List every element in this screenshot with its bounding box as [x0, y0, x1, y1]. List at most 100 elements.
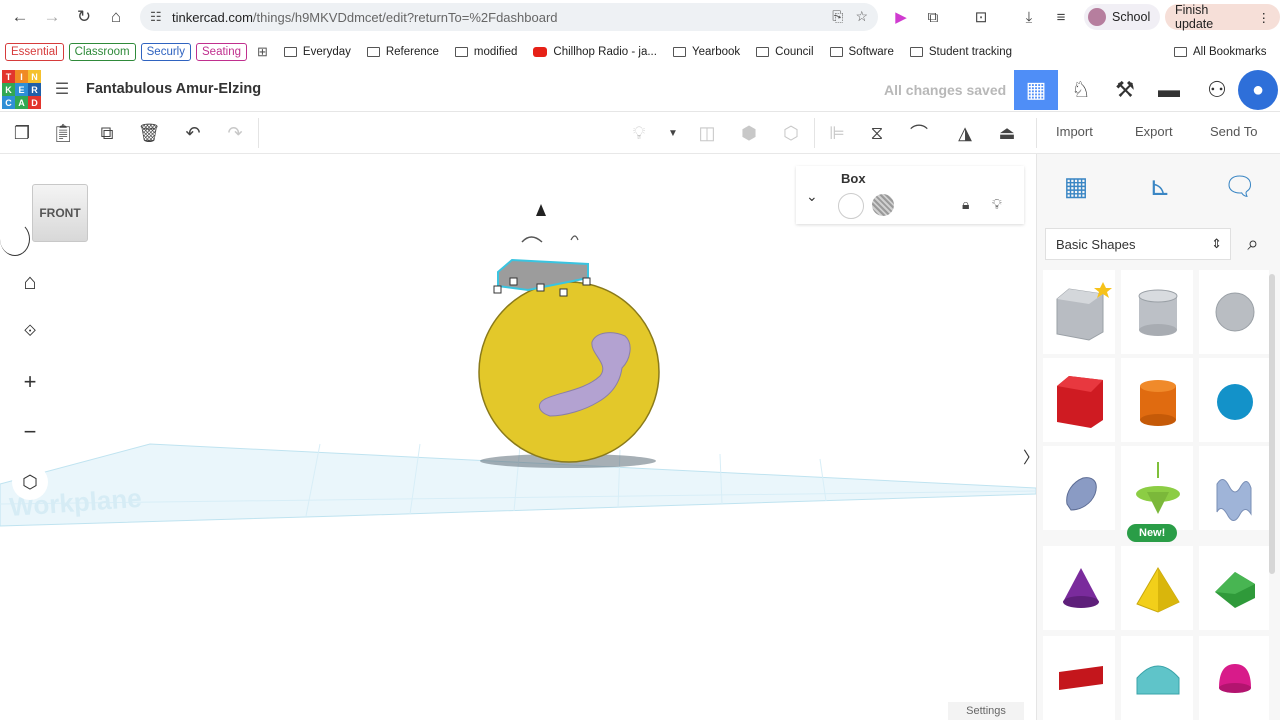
zoom-in-icon[interactable]: +: [12, 364, 48, 400]
tinkercad-logo[interactable]: T I N K E R C A D: [2, 70, 42, 110]
design-title[interactable]: Fantabulous Amur-Elzing: [86, 81, 261, 97]
bookmark-folder[interactable]: Everyday: [283, 46, 351, 58]
install-app-icon[interactable]: ⎘: [832, 8, 843, 25]
perspective-cube-icon[interactable]: ⬡: [12, 464, 48, 500]
reading-list-icon[interactable]: ≡: [1050, 6, 1072, 28]
profile-chip[interactable]: School: [1084, 4, 1161, 30]
bookmark-seating[interactable]: Seating: [196, 43, 248, 61]
red-box-shape[interactable]: [1043, 358, 1115, 442]
redo-icon[interactable]: ↷: [222, 121, 248, 145]
rotate-arrow-icon[interactable]: [570, 235, 579, 241]
bookmark-folder[interactable]: modified: [454, 46, 517, 58]
folder-icon: [909, 47, 923, 57]
zoom-out-icon[interactable]: −: [12, 414, 48, 450]
ungroup-icon[interactable]: ⬡: [778, 121, 804, 145]
sphere-shape[interactable]: [1199, 270, 1269, 354]
bookmark-folder[interactable]: Software: [829, 46, 894, 58]
bookmark-star-icon[interactable]: ☆: [855, 8, 868, 25]
paraboloid-shape[interactable]: [1199, 636, 1269, 720]
home-view-icon[interactable]: ⌂: [12, 264, 48, 300]
extension-arrow-icon[interactable]: ▶: [890, 6, 912, 28]
bookmark-link[interactable]: Chillhop Radio - ja...: [533, 46, 657, 58]
extensions-puzzle-icon[interactable]: ⧉: [922, 6, 944, 28]
duplicate-icon[interactable]: ⧉: [94, 121, 120, 145]
workplane-tool-icon[interactable]: ⏏: [994, 121, 1020, 145]
bookmark-folder[interactable]: Student tracking: [909, 46, 1012, 58]
view-cube[interactable]: FRONT: [32, 184, 88, 242]
bookmark-label: Yearbook: [691, 46, 741, 58]
notes-lightbulb-icon[interactable]: 💡︎: [626, 121, 652, 145]
scribble-shape[interactable]: [1043, 446, 1115, 530]
import-button[interactable]: Import: [1056, 124, 1093, 139]
yellow-sphere[interactable]: [478, 281, 660, 463]
copy-icon[interactable]: ❐: [9, 121, 35, 145]
3d-viewport[interactable]: Workplane FRONT ⌂ ⟐ + − ⬡ ⌄ Box 🔒︎ 💡︎ 〉 …: [0, 154, 1036, 720]
bookmark-folder[interactable]: Reference: [366, 46, 439, 58]
all-bookmarks[interactable]: All Bookmarks: [1174, 46, 1267, 58]
box-shape[interactable]: [1043, 270, 1115, 354]
browser-toolbar: ← → ↻ ⌂ ☷ tinkercad.com/things/h9MKVDdmc…: [0, 0, 1280, 34]
bookmark-folder[interactable]: Council: [756, 46, 814, 58]
cylinder-shape[interactable]: [1121, 270, 1193, 354]
fit-view-icon[interactable]: ⟐: [12, 314, 48, 350]
folder-icon: [1174, 47, 1187, 57]
design-list-icon[interactable]: ☰: [52, 80, 72, 98]
spinning-top-shape[interactable]: [1121, 446, 1193, 530]
bricks-pickaxe-icon[interactable]: ⚒: [1103, 70, 1147, 110]
align-icon[interactable]: ⊫: [824, 121, 850, 145]
divider: [258, 118, 259, 148]
screen-search-icon[interactable]: ⊡: [970, 6, 992, 28]
half-cylinder-shape[interactable]: [1121, 636, 1193, 720]
text-shape[interactable]: [1043, 636, 1115, 720]
address-bar[interactable]: ☷ tinkercad.com/things/h9MKVDdmcet/edit?…: [140, 3, 878, 31]
3d-design-view-button[interactable]: ▦: [1014, 70, 1058, 110]
export-button[interactable]: Export: [1135, 124, 1173, 139]
orange-cylinder-shape[interactable]: [1121, 358, 1193, 442]
cone-shape[interactable]: [1043, 546, 1115, 630]
pyramid-shape[interactable]: [1121, 546, 1193, 630]
paste-icon[interactable]: 📋︎: [50, 121, 76, 145]
blocks-view-icon[interactable]: ♘: [1059, 70, 1103, 110]
send-to-button[interactable]: Send To: [1210, 124, 1257, 139]
site-info-icon[interactable]: ☷: [150, 9, 172, 25]
roof-shape[interactable]: [1199, 546, 1269, 630]
download-icon[interactable]: ⤓: [1018, 6, 1040, 28]
group-icon[interactable]: ◫: [694, 121, 720, 145]
cruise-magnet-icon[interactable]: ⌒: [906, 121, 932, 145]
rotate-arrow-icon[interactable]: [521, 236, 543, 243]
home-icon[interactable]: ⌂: [100, 2, 132, 32]
lightbulb-icon[interactable]: 💡︎: [992, 196, 1002, 213]
mirror-icon[interactable]: ⧖: [864, 121, 890, 145]
shape-properties-panel: ⌄ Box 🔒︎ 💡︎: [796, 166, 1024, 224]
ruler-icon[interactable]: ◮: [952, 121, 978, 145]
finish-update-button[interactable]: Finish update ⋮: [1165, 3, 1280, 31]
lock-icon[interactable]: 🔒︎: [962, 196, 969, 213]
bookmark-folder[interactable]: Yearbook: [672, 46, 741, 58]
hole-button[interactable]: [872, 194, 894, 216]
divider: [1036, 118, 1037, 148]
wavy-shape[interactable]: [1199, 446, 1269, 530]
combine-icon[interactable]: ⬢: [736, 121, 762, 145]
folder-icon: [366, 47, 380, 57]
user-avatar[interactable]: ●: [1238, 70, 1278, 110]
apps-grid-icon[interactable]: ⊞: [257, 44, 268, 60]
logo-letter: R: [28, 83, 41, 96]
solid-color-button[interactable]: [838, 193, 864, 219]
delete-icon[interactable]: 🗑︎: [136, 121, 162, 145]
chevron-down-icon[interactable]: ▼: [660, 121, 686, 145]
forward-arrow-icon[interactable]: →: [36, 2, 68, 32]
add-user-icon[interactable]: ⚇: [1195, 70, 1239, 110]
bookmark-securly[interactable]: Securly: [140, 43, 191, 61]
blue-sphere-shape[interactable]: [1199, 358, 1269, 442]
settings-button[interactable]: Settings: [948, 702, 1024, 720]
undo-icon[interactable]: ↶: [180, 121, 206, 145]
panel-scrollbar[interactable]: [1269, 274, 1275, 574]
reload-icon[interactable]: ↻: [68, 2, 100, 32]
back-arrow-icon[interactable]: ←: [4, 2, 36, 32]
collapse-panel-chevron-icon[interactable]: 〉: [1023, 444, 1036, 468]
lego-brick-icon[interactable]: ▬: [1147, 70, 1191, 110]
height-cone-handle[interactable]: [536, 204, 546, 216]
bookmark-essential[interactable]: Essential: [5, 43, 64, 61]
chevron-down-icon[interactable]: ⌄: [806, 188, 818, 205]
bookmark-classroom[interactable]: Classroom: [68, 43, 136, 61]
